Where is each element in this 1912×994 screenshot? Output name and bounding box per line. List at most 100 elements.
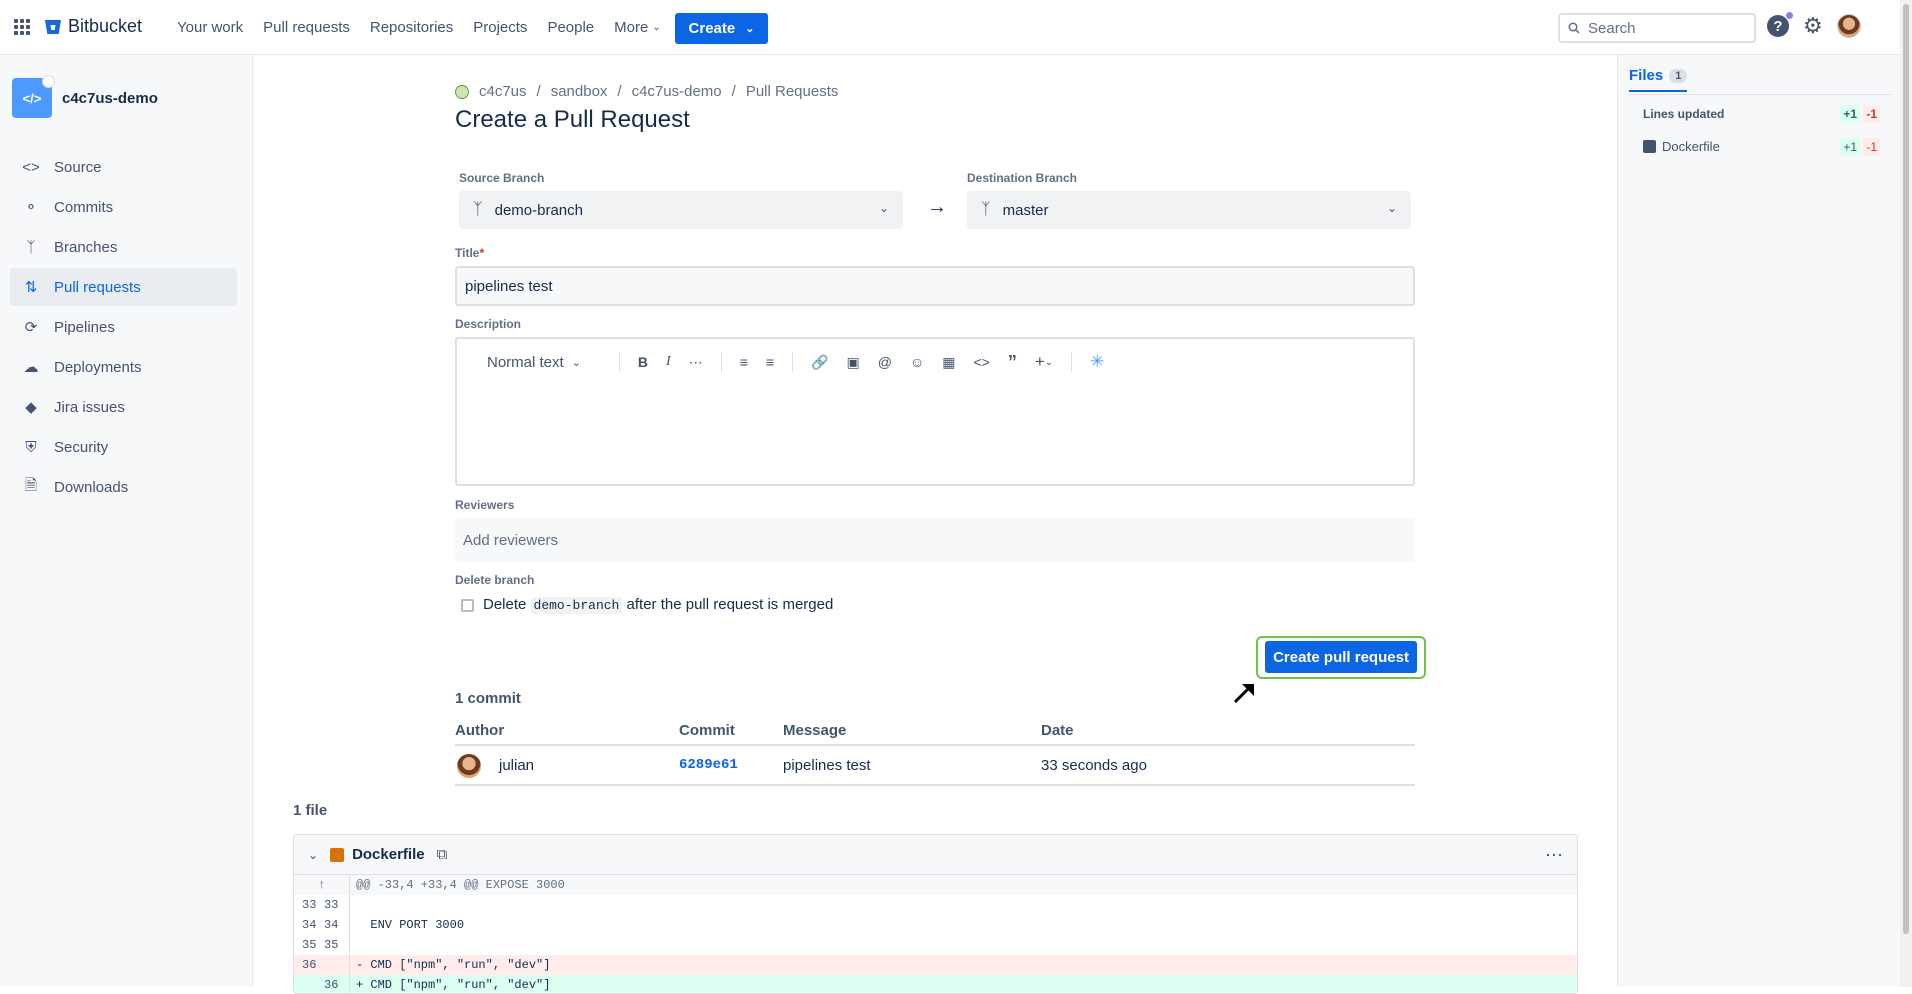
code-icon: <> [22,158,40,176]
nav-more[interactable]: More ⌄ [614,19,661,36]
chevron-down-icon: ⌄ [745,23,755,35]
pull-request-icon: ⇅ [24,279,38,296]
sidebar-item-label: Pull requests [54,278,141,296]
branch-icon: ᛉ [981,201,991,218]
expand-up-icon[interactable]: ↑ [318,878,325,892]
title-value: pipelines test [465,277,553,295]
italic-icon[interactable]: I [666,354,671,370]
commit-date: 33 seconds ago [1041,757,1147,774]
toolbar-divider [618,352,620,372]
breadcrumb-repo[interactable]: c4c7us-demo [632,83,722,100]
toolbar-divider [792,352,794,372]
gear-icon[interactable]: ⚙ [1803,15,1823,37]
collapse-chevron-icon[interactable]: ⌄ [308,848,318,862]
emoji-icon[interactable]: ☺ [910,354,924,370]
required-marker: * [479,246,485,260]
commit-count: 1 commit [455,690,521,707]
link-icon[interactable]: 🔗 [811,354,828,371]
diff-code: ENV PORT 3000 [356,918,465,932]
breadcrumb-workspace[interactable]: c4c7us [479,83,527,100]
page-scrollbar[interactable] [1900,0,1912,987]
tab-divider [1629,94,1891,95]
sidebar-item-source[interactable]: <> Source [10,148,237,186]
bullet-list-icon[interactable]: ≡ [740,354,748,370]
repo-avatar: </> [12,75,55,118]
line-number-new: 34 [324,918,339,932]
repo-header[interactable]: </> c4c7us-demo [12,75,158,118]
source-branch-label: Source Branch [459,171,545,185]
sidebar-item-pipelines[interactable]: ⟳ Pipelines [10,308,237,346]
sidebar-item-jira-issues[interactable]: ◆ Jira issues [10,388,237,426]
delete-branch-checkbox[interactable] [461,599,474,612]
sidebar-item-label: Jira issues [54,398,125,416]
editor-toolbar: Normal text ⌄ B I ⋯ ≡ ≡ 🔗 ▣ @ ☺ ▦ <> ” + ⌄… [487,351,1122,373]
more-formatting-icon[interactable]: ⋯ [689,354,703,371]
search-input[interactable]: Search [1558,13,1756,43]
code-icon[interactable]: <> [973,354,989,370]
tab-files[interactable]: Files 1 [1629,67,1688,92]
workspace-icon [455,84,469,99]
nav-repositories[interactable]: Repositories [370,19,453,36]
file-icon: 🗎 [24,476,38,494]
diff-hunk: @@ -33,4 +33,4 @@ EXPOSE 3000 [356,878,565,892]
sidebar-item-pull-requests[interactable]: ⇅ Pull requests [10,268,237,306]
destination-branch-select[interactable]: ᛉ master ⌄ [967,191,1411,229]
breadcrumb-separator: / [536,83,541,100]
line-number-new: 35 [324,938,339,952]
arrow-right-icon: → [927,196,947,218]
create-button[interactable]: Create ⌄ [675,13,768,44]
ai-assist-icon[interactable]: ✳ [1090,352,1104,372]
reviewers-input[interactable]: Add reviewers [455,518,1415,562]
nav-your-work[interactable]: Your work [177,19,243,36]
app-switcher-icon[interactable] [14,19,30,35]
lines-added-badge: +1 [1840,105,1860,123]
table-icon[interactable]: ▦ [942,354,955,371]
main-nav: Your work Pull requests Repositories Pro… [177,0,681,55]
author-name[interactable]: julian [499,757,534,774]
create-pull-request-button[interactable]: Create pull request [1265,641,1417,673]
sidebar-item-commits[interactable]: ⚬ Commits [10,188,237,226]
sidebar-item-deployments[interactable]: ☁ Deployments [10,348,237,386]
sidebar-item-downloads[interactable]: 🗎 Downloads [10,468,237,506]
sidebar-item-branches[interactable]: ᛉ Branches [10,228,237,266]
title-input[interactable]: pipelines test [455,266,1415,306]
commit-icon: ⚬ [24,199,38,216]
commit-hash-link[interactable]: 6289e61 [679,757,738,773]
nav-projects[interactable]: Projects [473,19,527,36]
author-avatar [457,754,481,778]
create-label: Create [688,20,736,37]
more-actions-icon[interactable]: ⋯ [1545,845,1563,866]
file-tree-item[interactable]: Dockerfile +1 -1 [1643,137,1888,156]
line-number-old: 35 [302,938,317,952]
breadcrumb-pull-requests[interactable]: Pull Requests [746,83,839,100]
bitbucket-logo[interactable]: Bitbucket [44,16,142,37]
commit-message: pipelines test [783,757,871,774]
help-icon[interactable]: ? [1767,12,1793,37]
sidebar-item-label: Security [54,438,109,456]
line-number-old: 36 [302,958,317,972]
user-avatar[interactable] [1836,14,1861,38]
numbered-list-icon[interactable]: ≡ [766,354,774,370]
source-branch-select[interactable]: ᛉ demo-branch ⌄ [459,191,903,229]
breadcrumb-project[interactable]: sandbox [551,83,608,100]
insert-more-icon[interactable]: + ⌄ [1035,352,1053,372]
file-added-badge: +1 [1840,137,1860,156]
nav-people[interactable]: People [547,19,594,36]
description-editor[interactable]: Normal text ⌄ B I ⋯ ≡ ≡ 🔗 ▣ @ ☺ ▦ <> ” + ⌄… [455,337,1415,486]
mention-icon[interactable]: @ [878,354,892,370]
header-author: Author [455,722,505,739]
nav-pull-requests[interactable]: Pull requests [263,19,350,36]
sidebar-item-label: Deployments [54,358,142,376]
reviewers-label: Reviewers [455,498,515,512]
text-style-dropdown[interactable]: Normal text ⌄ [487,354,581,371]
bold-icon[interactable]: B [638,354,648,370]
quote-icon[interactable]: ” [1008,352,1017,373]
image-icon[interactable]: ▣ [846,354,859,371]
reviewers-placeholder: Add reviewers [463,531,559,549]
line-number-new: 33 [324,898,339,912]
copy-icon[interactable]: ⧉ [437,846,448,863]
top-actions: ? ⚙ [1767,12,1861,38]
sidebar-item-security[interactable]: ⛨ Security [10,428,237,466]
files-panel: Files 1 Lines updated +1 -1 Dockerfile +1… [1617,55,1900,987]
sidebar-item-label: Downloads [54,478,129,496]
